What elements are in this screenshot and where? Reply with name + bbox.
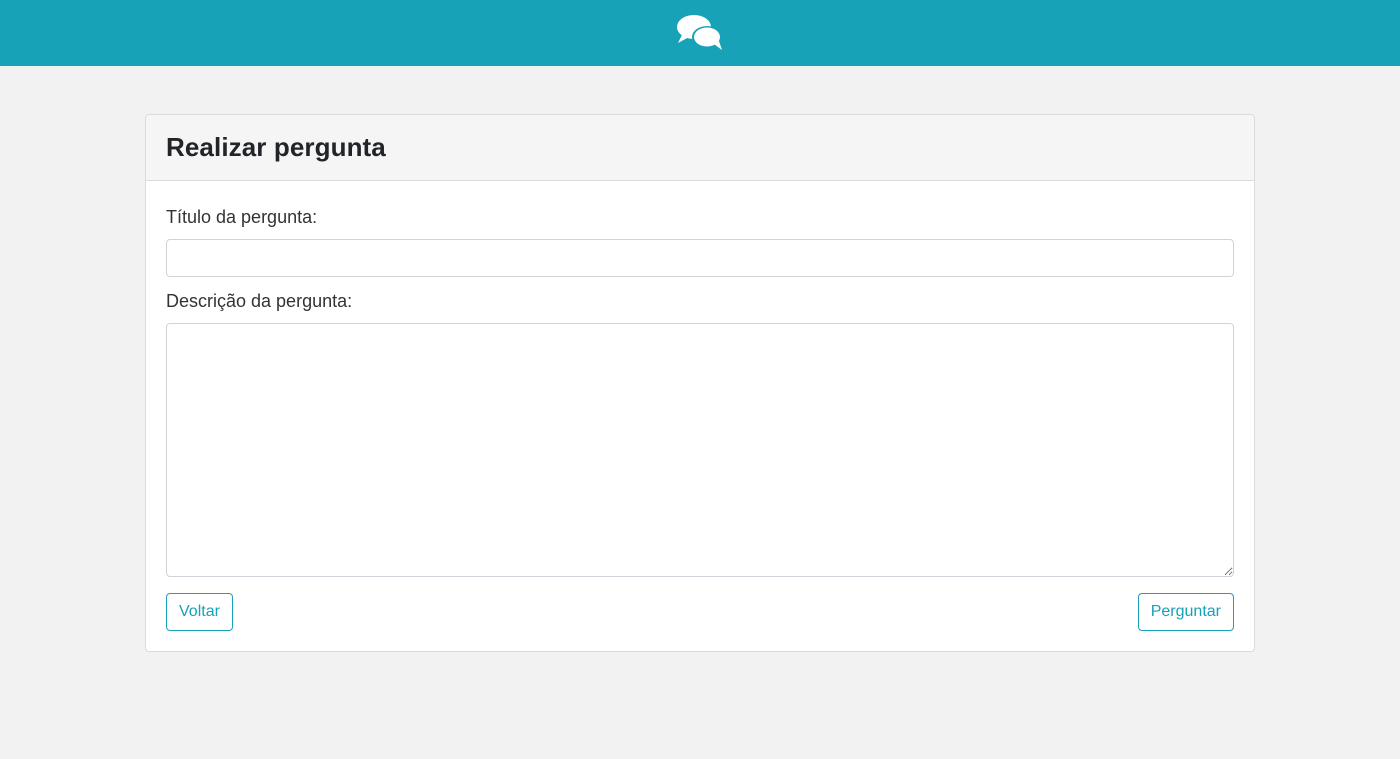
description-label: Descrição da pergunta: <box>166 291 353 311</box>
title-label: Título da pergunta: <box>166 207 318 227</box>
top-navbar <box>0 0 1400 66</box>
back-button[interactable]: Voltar <box>166 593 233 631</box>
question-card: Realizar pergunta Título da pergunta: De… <box>145 114 1255 652</box>
page-title: Realizar pergunta <box>166 132 386 162</box>
description-textarea[interactable] <box>166 323 1234 577</box>
submit-question-button[interactable]: Perguntar <box>1137 593 1234 631</box>
comments-icon[interactable] <box>676 14 724 52</box>
title-input[interactable] <box>166 239 1234 277</box>
card-header: Realizar pergunta <box>146 115 1254 181</box>
